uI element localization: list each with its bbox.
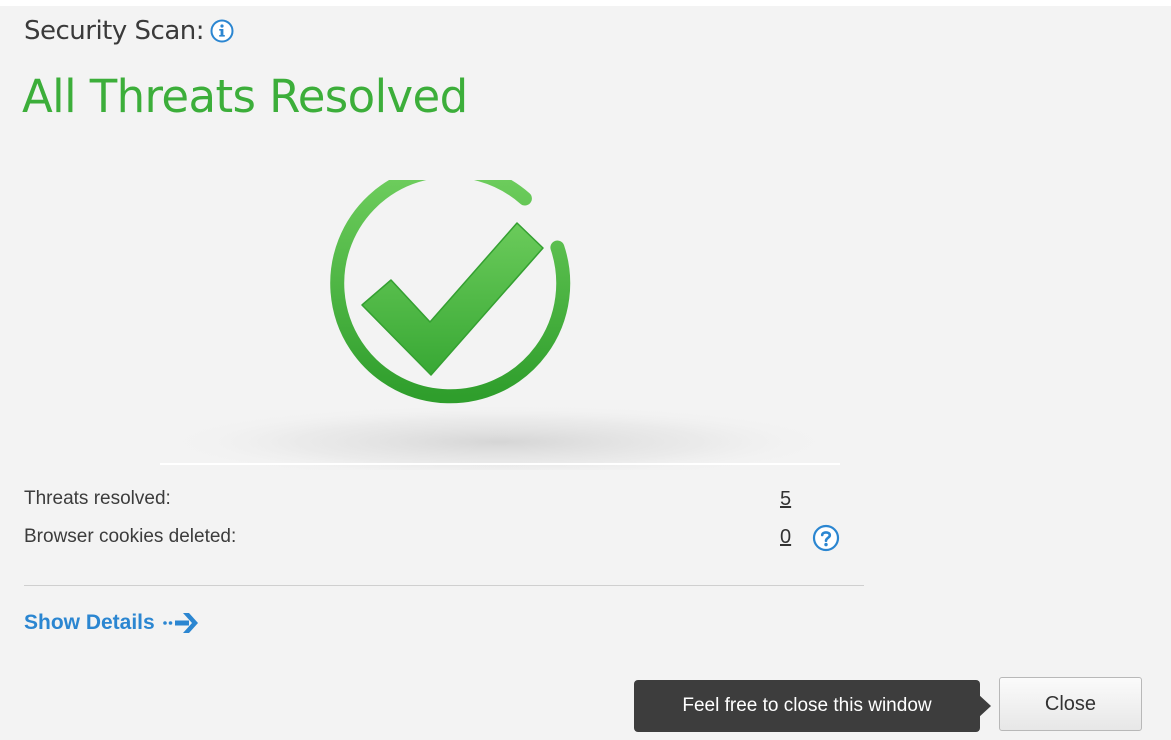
show-details-label: Show Details <box>24 611 155 634</box>
arrow-right-icon <box>161 609 201 637</box>
divider <box>24 585 864 586</box>
page-title: Security Scan: <box>24 16 205 46</box>
stat-row-threats: Threats resolved: 5 <box>24 484 864 522</box>
scan-results: Threats resolved: 5 Browser cookies dele… <box>24 484 864 560</box>
tooltip-pointer <box>978 694 991 718</box>
checkmark-circle-icon <box>160 163 840 480</box>
stat-row-cookies: Browser cookies deleted: 0 <box>24 522 864 560</box>
tooltip-text: Feel free to close this window <box>682 695 932 716</box>
threats-resolved-label: Threats resolved: <box>24 488 171 509</box>
question-icon[interactable] <box>812 524 840 552</box>
threats-resolved-value-link[interactable]: 5 <box>780 488 791 511</box>
cookies-deleted-value-link[interactable]: 0 <box>780 526 791 549</box>
cookies-deleted-label: Browser cookies deleted: <box>24 526 237 547</box>
close-button[interactable]: Close <box>999 677 1142 731</box>
status-graphic <box>160 163 840 480</box>
info-icon[interactable] <box>210 19 234 43</box>
status-title: All Threats Resolved <box>22 70 468 123</box>
close-hint-tooltip: Feel free to close this window <box>634 680 980 732</box>
window-top-edge <box>0 0 1171 6</box>
show-details-link[interactable]: Show Details <box>24 609 201 637</box>
page-header: Security Scan: <box>24 16 234 46</box>
